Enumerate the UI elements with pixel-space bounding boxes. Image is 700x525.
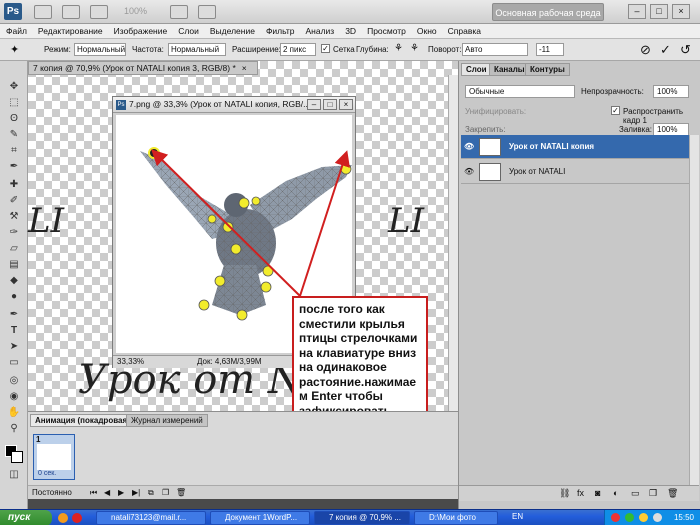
frame-delay[interactable]: 0 сек. — [38, 470, 56, 477]
propagate-checkbox[interactable]: ✓ — [611, 106, 620, 115]
tab-channels[interactable]: Каналы — [489, 63, 530, 76]
tab-paths[interactable]: Контуры — [525, 63, 570, 76]
duplicate-frame-icon[interactable]: ❐ — [162, 486, 169, 499]
taskbar-button-mail[interactable]: natali73123@mail.r... — [96, 511, 206, 525]
taskbar-button-word[interactable]: Документ 1WordP... — [210, 511, 310, 525]
layer-thumbnail — [479, 163, 501, 181]
frame-number: 1 — [36, 435, 41, 444]
prev-frame-icon[interactable]: ◀ — [104, 486, 110, 499]
windows-taskbar: пуск natali73123@mail.r... Документ 1Wor… — [0, 509, 700, 525]
play-icon[interactable]: ▶ — [118, 486, 124, 499]
animation-controls: Постоянно ⏮ ◀ ▶ ▶| ⧉ ❐ 🗑 — [28, 485, 458, 499]
loop-select[interactable]: Постоянно — [32, 486, 72, 499]
tray-icon[interactable] — [639, 513, 648, 522]
layer-thumbnail — [479, 138, 501, 156]
tray-icon[interactable] — [611, 513, 620, 522]
clock[interactable]: 15:50 — [674, 510, 694, 525]
layer-row[interactable]: 👁 Урок от NATALI копия — [461, 135, 689, 159]
unify-label: Унифицировать: — [465, 107, 527, 116]
taskbar-button-folder[interactable]: D:\Мои фото — [414, 511, 498, 525]
opacity-label: Непрозрачность: — [581, 87, 644, 96]
tray-icon[interactable] — [625, 513, 634, 522]
tab-layers[interactable]: Слои — [461, 63, 492, 76]
tween-icon[interactable]: ⧉ — [148, 486, 154, 499]
visibility-eye-icon[interactable]: 👁 — [464, 143, 474, 151]
layer-name: Урок от NATALI копия — [509, 142, 595, 151]
tray-icon[interactable] — [653, 513, 662, 522]
visibility-eye-icon[interactable]: 👁 — [464, 168, 474, 176]
blend-mode-select[interactable]: Обычные — [465, 85, 575, 98]
layer-row[interactable]: 👁 Урок от NATALI — [461, 160, 689, 184]
adjustment-layer-icon[interactable]: ◐ — [613, 488, 618, 498]
next-frame-icon[interactable]: ▶| — [132, 486, 140, 499]
arrow-to-left-wing — [151, 149, 301, 297]
system-tray: 15:50 — [604, 510, 700, 525]
tab-animation[interactable]: Анимация (покадровая) — [30, 414, 135, 427]
layer-name: Урок от NATALI — [509, 167, 566, 176]
quicklaunch-icon[interactable] — [58, 513, 68, 523]
taskbar-button-photoshop[interactable]: 7 копия @ 70,9% ... — [314, 511, 410, 525]
layers-panel-footer: ⛓ fx ◙ ◐ ▭ ❐ 🗑 — [459, 485, 699, 501]
fill-label: Заливка: — [619, 125, 653, 134]
delete-frame-icon[interactable]: 🗑 — [176, 486, 186, 499]
start-button[interactable]: пуск — [0, 510, 52, 525]
new-layer-icon[interactable]: ❐ — [649, 488, 657, 499]
photoshop-window: Ps 100% Основная рабочая среда – □ × Фай… — [0, 0, 700, 525]
quicklaunch-icon[interactable] — [72, 513, 82, 523]
layers-panel: Слои Каналы Контуры Обычные Непрозрачнос… — [458, 61, 700, 509]
opacity-input[interactable]: 100% — [653, 85, 689, 98]
layer-mask-icon[interactable]: ◙ — [595, 488, 600, 498]
layer-style-icon[interactable]: fx — [577, 488, 584, 498]
arrow-to-right-wing — [299, 150, 350, 297]
tab-measurement-log[interactable]: Журнал измерений — [126, 414, 208, 427]
animation-frame[interactable]: 1 0 сек. — [33, 434, 75, 480]
lock-label: Закрепить: — [465, 125, 506, 134]
link-layers-icon[interactable]: ⛓ — [559, 488, 570, 499]
frame-thumbnail — [37, 444, 71, 470]
layers-scrollbar[interactable] — [689, 135, 699, 485]
new-group-icon[interactable]: ▭ — [631, 488, 640, 499]
animation-panel: Анимация (покадровая) Журнал измерений 1… — [28, 411, 458, 499]
first-frame-icon[interactable]: ⏮ — [90, 486, 97, 499]
delete-layer-icon[interactable]: 🗑 — [667, 488, 678, 499]
language-indicator[interactable]: EN — [512, 512, 523, 521]
